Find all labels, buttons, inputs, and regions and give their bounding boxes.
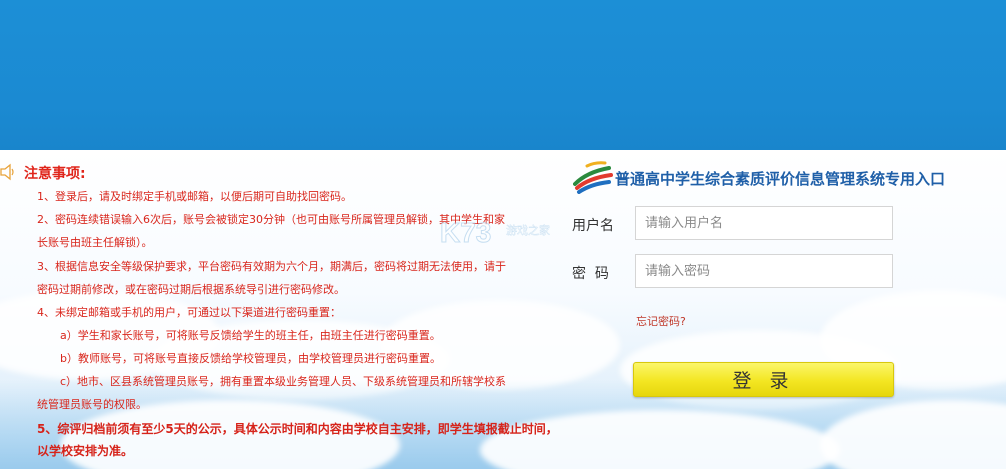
- username-label: 用户名: [572, 218, 614, 234]
- speaker-icon: [0, 163, 14, 181]
- system-title: 普通高中学生综合素质评价信息管理系统专用入口: [615, 170, 946, 188]
- notice-item: 长账号由班主任解锁）。: [37, 236, 153, 249]
- watermark-logo: K73 游戏之家: [440, 212, 560, 252]
- notice-subitem: b）教师账号，可将账号直接反馈给学校管理员，由学校管理员进行密码重置。: [60, 352, 441, 365]
- notice-title: 注意事项:: [24, 166, 86, 182]
- system-logo-icon: [573, 160, 613, 194]
- login-button[interactable]: 登 录: [633, 362, 894, 397]
- notice-item: 3、根据信息安全等级保护要求，平台密码有效期为六个月，期满后，密码将过期无法使用…: [37, 260, 506, 273]
- notice-item: 2、密码连续错误输入6次后，账号会被锁定30分钟（也可由账号所属管理员解锁，其中…: [37, 213, 505, 226]
- notice-important-item: 以学校安排为准。: [37, 444, 134, 458]
- notice-item: 密码过期前修改，或在密码过期后根据系统导引进行密码修改。: [37, 283, 345, 296]
- notice-item: 1、登录后，请及时绑定手机或邮箱，以便后期可自助找回密码。: [37, 190, 352, 203]
- notice-subitem: 统管理员账号的权限。: [37, 398, 147, 411]
- username-input[interactable]: [635, 206, 893, 240]
- notice-subitem: a）学生和家长账号，可将账号反馈给学生的班主任，由班主任进行密码重置。: [60, 329, 441, 342]
- password-label: 密 码: [572, 266, 609, 282]
- svg-text:K73: K73: [440, 217, 491, 248]
- forgot-password-link[interactable]: 忘记密码?: [636, 313, 686, 329]
- notice-important-item: 5、综评归档前须有至少5天的公示，具体公示时间和内容由学校自主安排，即学生填报截…: [37, 422, 558, 436]
- svg-text:游戏之家: 游戏之家: [506, 223, 550, 237]
- password-input[interactable]: [635, 254, 893, 288]
- notice-subitem: c）地市、区县系统管理员账号，拥有重置本级业务管理人员、下级系统管理员和所辖学校…: [60, 375, 507, 388]
- top-banner: [0, 0, 1006, 150]
- notice-item: 4、未绑定邮箱或手机的用户，可通过以下渠道进行密码重置：: [37, 306, 341, 319]
